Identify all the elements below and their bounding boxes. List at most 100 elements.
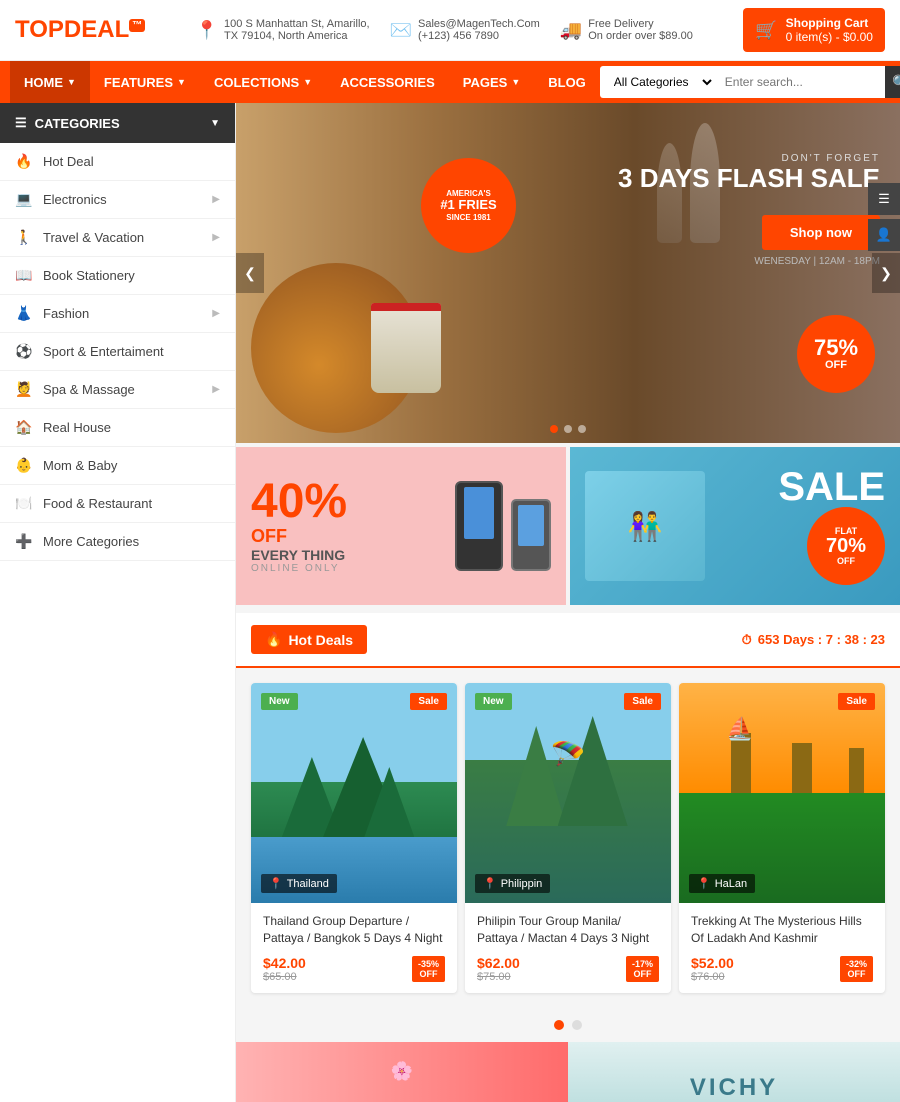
couple-visual: 👫 xyxy=(585,471,705,581)
sidebar-item-baby[interactable]: 👶 Mom & Baby xyxy=(0,447,235,485)
cliff2 xyxy=(558,716,628,826)
bottom-right-banner[interactable]: VICHY xyxy=(568,1042,900,1102)
sidebar-item-electronics[interactable]: 💻 Electronics ▶ xyxy=(0,181,235,219)
delivery-info: 🚚 Free Delivery On order over $89.00 xyxy=(560,18,693,42)
price-area-thailand: $42.00 $65.00 xyxy=(263,955,306,983)
slider-prev-button[interactable]: ❮ xyxy=(236,253,264,293)
search-input[interactable] xyxy=(715,66,885,98)
badge-sale-philippin: Sale xyxy=(624,693,661,710)
top-info: 📍 100 S Manhattan St, Amarillo, TX 79104… xyxy=(196,18,693,42)
menu-icon: ☰ xyxy=(15,115,27,131)
slider-dot-3[interactable] xyxy=(578,425,586,433)
cart-button[interactable]: 🛒 Shopping Cart 0 item(s) - $0.00 xyxy=(743,8,885,52)
location-tag-philippin: 📍 Philippin xyxy=(475,874,550,893)
product-info-thailand: Thailand Group Departure / Pattaya / Ban… xyxy=(251,903,457,993)
product-title-thailand: Thailand Group Departure / Pattaya / Ban… xyxy=(263,913,445,947)
chevron-right-icon: ▶ xyxy=(212,308,220,319)
search-category-select[interactable]: All Categories xyxy=(600,66,715,98)
fire-icon: 🔥 xyxy=(265,631,282,648)
slider-dot-1[interactable] xyxy=(550,425,558,433)
book-icon: 📖 xyxy=(15,267,33,284)
user-panel-button[interactable]: 👤 xyxy=(868,219,900,251)
sidebar-item-sport[interactable]: ⚽ Sport & Entertaiment xyxy=(0,333,235,371)
badge-new-thailand: New xyxy=(261,693,298,710)
sidebar-item-spa[interactable]: 💆 Spa & Massage ▶ xyxy=(0,371,235,409)
nav-arrow-icon: ▼ xyxy=(511,77,520,87)
sidebar-item-house[interactable]: 🏠 Real House xyxy=(0,409,235,447)
logo[interactable]: TOPDEAL™ xyxy=(15,16,145,44)
sidebar-item-book[interactable]: 📖 Book Stationery xyxy=(0,257,235,295)
thailand-scene xyxy=(251,683,457,903)
email-text: Sales@MagenTech.Com (+123) 456 7890 xyxy=(418,18,540,42)
logo-bottom: DEAL xyxy=(64,16,129,43)
baby-icon: 👶 xyxy=(15,457,33,474)
cart-text: Shopping Cart 0 item(s) - $0.00 xyxy=(786,16,873,44)
bottom-left-banner[interactable]: 🌸 xyxy=(236,1042,568,1102)
top-bar: TOPDEAL™ 📍 100 S Manhattan St, Amarillo,… xyxy=(0,0,900,61)
search-area: All Categories 🔍 xyxy=(600,66,900,98)
content-area: AMERICA'S #1 FRIES SINCE 1981 DON'T FORG… xyxy=(236,103,900,1102)
pin-icon: 📍 xyxy=(483,877,497,890)
discount-badge-halan: -32% OFF xyxy=(840,956,873,982)
shop-now-button[interactable]: Shop now xyxy=(762,215,880,250)
philippin-scene: 🪂 xyxy=(465,683,671,903)
slider-next-button[interactable]: ❯ xyxy=(872,253,900,293)
sidebar-item-travel[interactable]: 🚶 Travel & Vacation ▶ xyxy=(0,219,235,257)
nav-features[interactable]: FEATURES ▼ xyxy=(90,61,200,103)
logo-tag: ™ xyxy=(129,19,145,32)
nav-arrow-icon: ▼ xyxy=(303,77,312,87)
promo-left-banner[interactable]: 40% OFF EVERY THING ONLINE ONLY xyxy=(236,447,566,605)
sidebar-dropdown-icon: ▼ xyxy=(210,118,220,129)
location-tag-thailand: 📍 Thailand xyxy=(261,874,337,893)
nav-pages[interactable]: PAGES ▼ xyxy=(449,61,534,103)
food-icon: 🍽️ xyxy=(15,495,33,512)
halan-scene: ⛵ xyxy=(679,683,885,903)
badge-sale-thailand: Sale xyxy=(410,693,447,710)
water xyxy=(251,837,457,903)
page-dot-2[interactable] xyxy=(572,1020,582,1030)
email-icon: ✉️ xyxy=(390,20,412,41)
countdown-timer: ⏱ 653 Days : 7 : 38 : 23 xyxy=(742,632,885,648)
promo-right-banner[interactable]: 👫 SALE FLAT 70% OFF xyxy=(570,447,900,605)
nav-collections[interactable]: COLECTIONS ▼ xyxy=(200,61,326,103)
slider-dot-2[interactable] xyxy=(564,425,572,433)
menu-panel-button[interactable]: ☰ xyxy=(868,183,900,215)
discount-badge-thailand: -35% OFF xyxy=(412,956,445,982)
nav-accessories[interactable]: ACCESSORIES xyxy=(326,61,449,103)
product-card-philippin: 🪂 New Sale 📍 Philippin Philipin Tour Gro… xyxy=(465,683,671,993)
nav-blog[interactable]: BLOG xyxy=(534,61,600,103)
nav-home[interactable]: HOME ▼ xyxy=(10,61,90,103)
pagination-dots xyxy=(236,1008,900,1042)
search-button[interactable]: 🔍 xyxy=(885,66,900,98)
discount-badge: 75% OFF xyxy=(797,315,875,393)
phones-visual xyxy=(455,481,551,571)
spa-icon: 💆 xyxy=(15,381,33,398)
delivery-text: Free Delivery On order over $89.00 xyxy=(588,18,693,42)
jump-figure: 🪂 xyxy=(551,738,586,771)
products-grid: New Sale 📍 Thailand Thailand Group Depar… xyxy=(236,668,900,1008)
product-pricing-halan: $52.00 $76.00 -32% OFF xyxy=(691,955,873,983)
fries-badge: AMERICA'S #1 FRIES SINCE 1981 xyxy=(421,158,516,253)
windmill-pole1 xyxy=(731,733,751,793)
sidebar-item-food[interactable]: 🍽️ Food & Restaurant xyxy=(0,485,235,523)
fashion-icon: 👗 xyxy=(15,305,33,322)
chevron-right-icon: ▶ xyxy=(212,194,220,205)
hero-text: DON'T FORGET 3 DAYS FLASH SALE Shop now … xyxy=(618,153,880,267)
sidebar-item-fashion[interactable]: 👗 Fashion ▶ xyxy=(0,295,235,333)
product-image-philippin: 🪂 New Sale 📍 Philippin xyxy=(465,683,671,903)
windmill-pole3 xyxy=(849,748,864,793)
flat-badge: FLAT 70% OFF xyxy=(807,507,885,585)
side-panel: ☰ 👤 xyxy=(868,183,900,251)
more-icon: ➕ xyxy=(15,533,33,550)
hot-deals-header: 🔥 Hot Deals ⏱ 653 Days : 7 : 38 : 23 xyxy=(236,613,900,668)
main-layout: ☰ CATEGORIES ▼ 🔥 Hot Deal 💻 Electronics … xyxy=(0,103,900,1102)
sidebar-item-more[interactable]: ➕ More Categories xyxy=(0,523,235,561)
product-card-thailand: New Sale 📍 Thailand Thailand Group Depar… xyxy=(251,683,457,993)
hot-deal-icon: 🔥 xyxy=(15,153,33,170)
sidebar-item-hot-deal[interactable]: 🔥 Hot Deal xyxy=(0,143,235,181)
cart-icon: 🛒 xyxy=(755,20,777,41)
page-dot-1[interactable] xyxy=(554,1020,564,1030)
logo-top: TOP xyxy=(15,16,64,43)
cup-stripe xyxy=(371,303,441,311)
slider-dots xyxy=(550,425,586,433)
